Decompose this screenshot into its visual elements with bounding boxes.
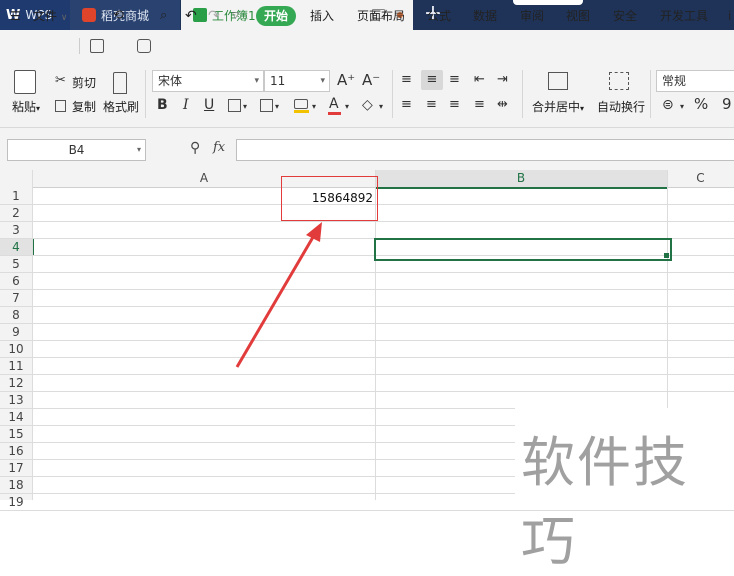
zoom-formula-icon[interactable]: ⚲ (190, 140, 200, 156)
name-box[interactable]: B4 ▾ (7, 139, 146, 161)
print-icon[interactable] (137, 39, 151, 53)
menu-review[interactable]: 审阅 (520, 0, 544, 32)
font-name-value: 宋体 (158, 74, 183, 88)
font-size-value: 11 (270, 74, 286, 88)
formula-input[interactable] (236, 139, 734, 161)
bold-button[interactable]: B (157, 97, 168, 113)
menu-file-label: 文件 (33, 9, 58, 23)
menu-file[interactable]: 文件 ∨ (33, 0, 67, 32)
chevron-down-icon[interactable]: ▾ (680, 102, 684, 111)
format-painter-button[interactable]: 格式刷 (103, 98, 139, 115)
chevron-down-icon[interactable]: ▾ (345, 102, 349, 111)
chevron-down-icon: ▾ (320, 76, 325, 86)
align-middle-icon[interactable]: ≡ (421, 70, 443, 90)
underline-button[interactable]: U (204, 97, 214, 113)
cell-style-icon[interactable] (260, 99, 273, 112)
border-icon[interactable] (228, 99, 241, 112)
menu-insert[interactable]: 插入 (310, 0, 334, 32)
watermark: 软件技巧 (515, 408, 734, 573)
daoke-logo-icon (82, 8, 96, 22)
currency-icon[interactable]: ⊜ (662, 97, 674, 113)
menu-data[interactable]: 数据 (473, 0, 497, 32)
scissors-icon[interactable]: ✂ (55, 73, 66, 89)
menu-page-layout[interactable]: 页面布局 (357, 0, 405, 32)
menu-bar (0, 30, 734, 62)
chevron-down-icon: ▾ (580, 104, 585, 113)
copy-icon[interactable] (55, 100, 66, 112)
divider (650, 70, 651, 118)
justify-icon[interactable]: ≡ (474, 97, 485, 113)
align-right-icon[interactable]: ≡ (449, 97, 460, 113)
font-shrink-icon[interactable]: A⁻ (362, 72, 380, 88)
fill-color-swatch (294, 110, 309, 113)
eraser-icon[interactable]: ◇ (362, 97, 373, 113)
font-grow-icon[interactable]: A⁺ (337, 72, 355, 88)
print-preview-icon[interactable]: ⌕ (160, 0, 167, 32)
percent-button[interactable]: % (694, 96, 708, 112)
indent-increase-icon[interactable]: ⇥ (497, 72, 508, 88)
cut-button[interactable]: 剪切 (72, 74, 96, 91)
fill-color-icon[interactable] (294, 99, 308, 109)
format-painter-icon[interactable] (113, 72, 127, 94)
font-color-icon[interactable]: A (329, 96, 339, 112)
chevron-down-icon[interactable]: ▾ (379, 102, 383, 111)
redo-icon[interactable]: ↷ (208, 0, 220, 32)
merge-center-icon[interactable] (548, 72, 568, 90)
name-box-value: B4 (68, 143, 85, 157)
menu-formula[interactable]: 公式 (427, 0, 451, 32)
number-format-select[interactable]: 常规 (656, 70, 734, 92)
align-center-icon[interactable]: ≡ (426, 97, 437, 113)
align-bottom-icon[interactable]: ≡ (449, 72, 460, 88)
wrap-text-icon[interactable] (609, 72, 629, 90)
menu-security[interactable]: 安全 (613, 0, 637, 32)
align-top-icon[interactable]: ≡ (401, 72, 412, 88)
paste-button[interactable]: 粘贴▾ (12, 98, 40, 115)
chevron-down-icon: ▾ (36, 104, 41, 113)
menu-start[interactable]: 开始 (256, 6, 297, 26)
wrap-text-button[interactable]: 自动换行 (597, 98, 645, 115)
hamburger-menu-icon[interactable]: ☰ (10, 0, 21, 32)
save-icon[interactable] (90, 39, 104, 53)
font-name-select[interactable]: 宋体 ▾ (152, 70, 264, 92)
comma-style-button[interactable]: 9 (722, 96, 732, 112)
tab-daoke-label: 稻壳商城 (101, 8, 150, 23)
copy-button[interactable]: 复制 (72, 98, 96, 115)
watermark-text: 软件技巧 (521, 431, 689, 573)
chevron-down-icon: ▾ (254, 76, 259, 86)
merge-center-label: 合并居中 (532, 100, 581, 114)
align-left-icon[interactable]: ≡ (401, 97, 412, 113)
italic-button[interactable]: I (183, 97, 189, 113)
divider (79, 38, 80, 54)
chevron-down-icon[interactable]: ▾ (312, 102, 316, 111)
quick-access-dropdown-icon[interactable]: ▽ (232, 0, 239, 32)
paste-label: 粘贴 (12, 100, 37, 114)
chevron-down-icon[interactable]: ▾ (243, 102, 247, 111)
chevron-down-icon: ▾ (136, 145, 141, 154)
fx-icon[interactable]: fx (213, 140, 225, 155)
divider (145, 70, 146, 118)
number-format-value: 常规 (662, 74, 687, 88)
divider (392, 70, 393, 118)
distributed-icon[interactable]: ⇹ (497, 97, 508, 113)
chevron-down-icon[interactable]: ▾ (275, 102, 279, 111)
open-icon[interactable]: ⟲ (113, 0, 124, 32)
font-size-select[interactable]: 11 ▾ (264, 70, 330, 92)
divider (522, 70, 523, 118)
indent-decrease-icon[interactable]: ⇤ (474, 72, 485, 88)
menu-developer[interactable]: 开发工具 (660, 0, 708, 32)
merge-center-button[interactable]: 合并居中▾ (532, 98, 584, 115)
undo-icon[interactable]: ↶ (185, 0, 197, 32)
menu-more[interactable]: i (728, 0, 731, 32)
paste-icon[interactable] (14, 70, 36, 94)
font-color-swatch (328, 112, 341, 115)
chevron-down-icon: ∨ (60, 13, 68, 23)
menu-view[interactable]: 视图 (566, 0, 590, 32)
